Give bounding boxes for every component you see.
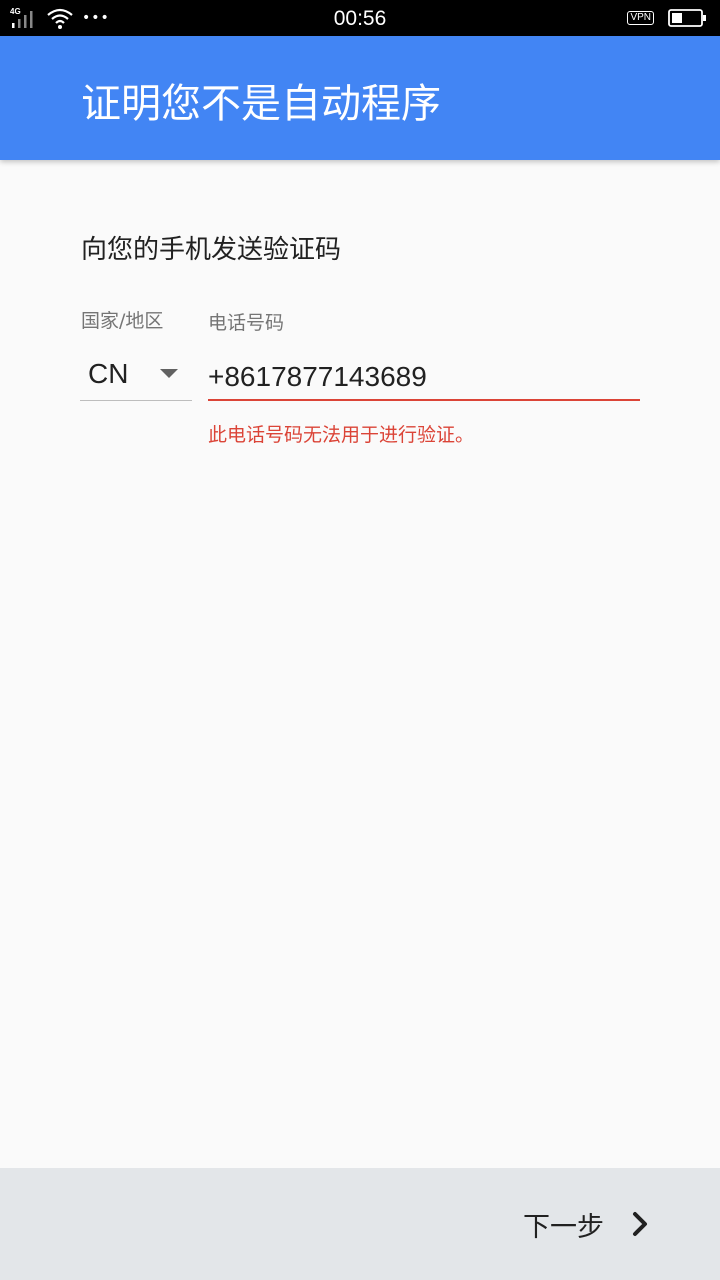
phone-error-message: 此电话号码无法用于进行验证。 bbox=[208, 424, 475, 446]
status-time: 00:56 bbox=[333, 7, 387, 30]
phone-label: 电话号码 bbox=[208, 312, 285, 334]
next-label: 下一步 bbox=[523, 1211, 604, 1243]
status-right-icons: VPN bbox=[627, 8, 708, 28]
verification-prompt: 向您的手机发送验证码 bbox=[81, 235, 342, 265]
next-button[interactable]: 下一步 bbox=[523, 1202, 650, 1246]
phone-input[interactable] bbox=[208, 355, 640, 401]
country-select[interactable]: CN bbox=[80, 352, 192, 401]
status-bar: 4G ••• 00:56 VPN bbox=[0, 0, 720, 36]
battery-icon bbox=[668, 9, 706, 27]
vpn-badge: VPN bbox=[627, 11, 654, 25]
country-value: CN bbox=[88, 358, 129, 389]
app-bar: 证明您不是自动程序 bbox=[0, 36, 720, 160]
bottom-bar: 下一步 bbox=[0, 1168, 720, 1280]
page-title: 证明您不是自动程序 bbox=[81, 81, 441, 127]
chevron-right-icon bbox=[633, 1212, 647, 1236]
dropdown-arrow-icon bbox=[160, 369, 178, 378]
country-label: 国家/地区 bbox=[81, 310, 164, 332]
